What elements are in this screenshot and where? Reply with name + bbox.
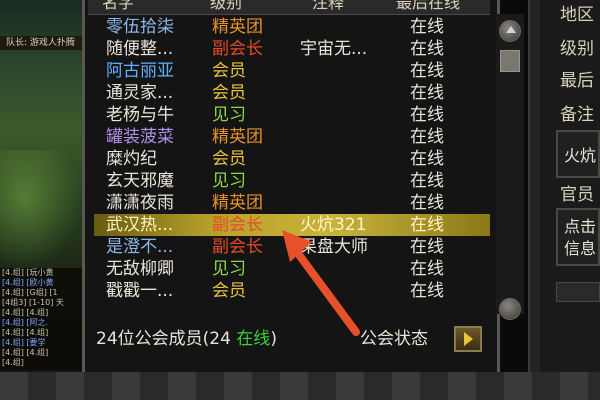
member-status: 在线 <box>410 61 444 81</box>
note-box[interactable]: 火炕 <box>556 130 600 178</box>
member-rank: 见习 <box>212 171 246 191</box>
member-status: 在线 <box>410 259 444 279</box>
roster-row[interactable]: 糜灼纪 会员 在线 <box>94 148 490 170</box>
member-name: 潇潇夜雨 <box>106 193 174 213</box>
chat-line: [4.组] [4.组] <box>2 308 49 317</box>
chat-line: [4.组] [4.组] <box>2 328 49 337</box>
member-status: 在线 <box>410 171 444 191</box>
chat-line: [4.组] [4.组] <box>2 348 49 357</box>
member-name: 阿古丽亚 <box>106 61 174 81</box>
member-name: 通灵家... <box>106 83 174 103</box>
member-rank: 会员 <box>212 83 246 103</box>
member-name: 随便整... <box>106 39 174 59</box>
chat-line: [4组3] [1-10] 天 <box>2 298 64 307</box>
member-name: 罐装菠菜 <box>106 127 174 147</box>
member-name: 无敌柳卿 <box>106 259 174 279</box>
roster-row[interactable]: 通灵家... 会员 在线 <box>94 82 490 104</box>
chat-line: [4.组] [欧小黄 <box>2 278 54 287</box>
chat-panel[interactable]: [4.组] [玩小黄 [4.组] [欧小黄 [4.组] [G组] [1 [4组3… <box>0 268 82 370</box>
member-name: 老杨与牛 <box>106 105 174 125</box>
header-rank[interactable]: 级别 <box>210 0 242 12</box>
header-name[interactable]: 名字 <box>102 0 134 12</box>
roster-row[interactable]: 罐装菠菜 精英团 在线 <box>94 126 490 148</box>
officer-box-line2: 信息 <box>564 239 597 258</box>
member-rank: 会员 <box>212 61 246 81</box>
member-rank: 精英团 <box>212 193 263 213</box>
member-status: 在线 <box>410 281 444 301</box>
scroll-up-icon[interactable] <box>499 20 521 42</box>
member-name: 武汉热... <box>106 215 174 235</box>
officer-note-box[interactable]: 点击 信息 <box>556 208 600 266</box>
member-status: 在线 <box>410 83 444 103</box>
member-status: 在线 <box>410 193 444 213</box>
member-note: 宇宙无... <box>300 39 368 59</box>
chat-line: [4.组] <box>2 358 24 367</box>
roster-row[interactable]: 阿古丽亚 会员 在线 <box>94 60 490 82</box>
red-arrow-annotation <box>282 230 360 336</box>
member-status: 在线 <box>410 149 444 169</box>
detail-label-officer: 官员 <box>560 185 594 205</box>
detail-label-area: 地区 <box>560 5 594 25</box>
member-count: 24位公会成员(24 在线) <box>96 328 277 350</box>
note-box-text: 火炕 <box>564 146 597 165</box>
member-name: 零伍拾柒 <box>106 17 174 37</box>
member-status: 在线 <box>410 237 444 257</box>
detail-panel-edge <box>530 0 540 372</box>
officer-box-line1: 点击 <box>564 217 597 236</box>
member-rank: 精英团 <box>212 127 263 147</box>
roster-row[interactable]: 玄天邪魔 见习 在线 <box>94 170 490 192</box>
roster-row[interactable]: 零伍拾柒 精英团 在线 <box>94 16 490 38</box>
member-rank: 见习 <box>212 259 246 279</box>
member-rank: 精英团 <box>212 17 263 37</box>
roster-row[interactable]: 随便整... 副会长 宇宙无... 在线 <box>94 38 490 60</box>
member-name: 糜灼纪 <box>106 149 157 169</box>
member-name: 戳戳一... <box>106 281 174 301</box>
member-count-close: ) <box>270 329 277 349</box>
party-leader-banner: 队长: 游戏人扑腾 <box>0 36 82 50</box>
member-status: 在线 <box>410 215 444 235</box>
member-status: 在线 <box>410 17 444 37</box>
member-rank: 会员 <box>212 149 246 169</box>
guild-status-label: 公会状态 <box>360 329 428 349</box>
member-rank: 会员 <box>212 281 246 301</box>
detail-label-note: 备注 <box>560 105 594 125</box>
member-name: 是澄不... <box>106 237 174 257</box>
detail-panel-button[interactable] <box>556 282 600 302</box>
member-rank: 副会长 <box>212 39 263 59</box>
member-status: 在线 <box>410 39 444 59</box>
roster-header: 名字 级别 注释 最后在线 <box>88 0 490 15</box>
header-last-online[interactable]: 最后在线 <box>396 0 460 12</box>
roster-row[interactable]: 老杨与牛 见习 在线 <box>94 104 490 126</box>
online-label: 在线 <box>236 329 271 349</box>
chat-line: [4.组] [玩小黄 <box>2 268 54 277</box>
roster-row[interactable]: 潇潇夜雨 精英团 在线 <box>94 192 490 214</box>
member-status: 在线 <box>410 105 444 125</box>
member-rank: 见习 <box>212 105 246 125</box>
member-status: 在线 <box>410 127 444 147</box>
member-count-text: 24位公会成员(24 <box>96 329 237 349</box>
header-note[interactable]: 注释 <box>312 0 344 12</box>
bottom-action-bar <box>0 372 600 400</box>
guild-status-toggle-button[interactable] <box>454 326 482 352</box>
scroll-thumb[interactable] <box>500 50 520 72</box>
scroll-down-icon[interactable] <box>499 298 521 320</box>
member-rank: 副会长 <box>212 237 263 257</box>
detail-label-last: 最后 <box>560 71 594 91</box>
chat-line: [4.组] [G组] [1 <box>2 288 58 297</box>
chat-line: [4.组] [阿之. <box>2 318 49 327</box>
detail-label-level: 级别 <box>560 39 594 59</box>
member-name: 玄天邪魔 <box>106 171 174 191</box>
member-rank: 副会长 <box>212 215 263 235</box>
chat-line: [4.组] [要学 <box>2 338 46 347</box>
